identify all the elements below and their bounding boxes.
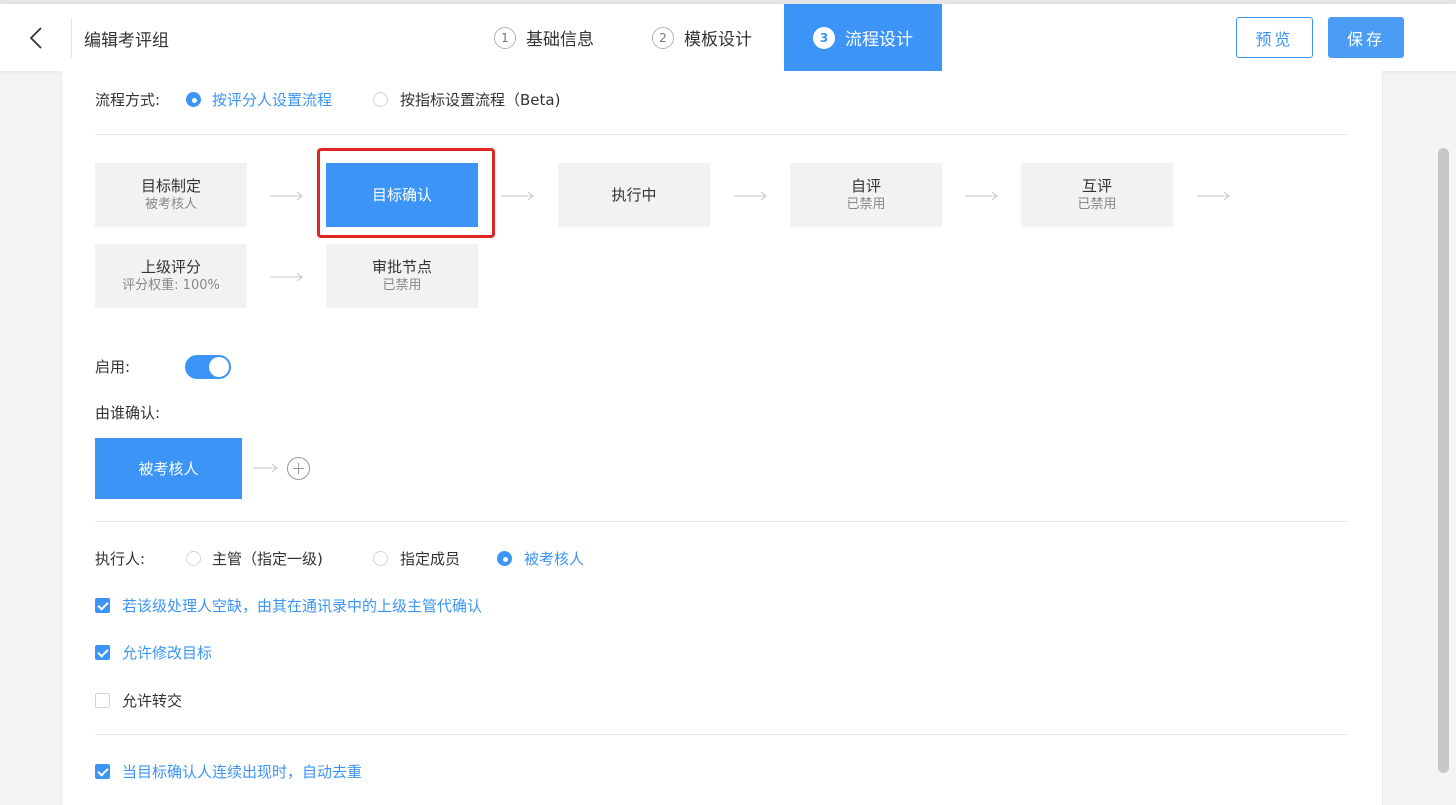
node-title: 执行中 (611, 186, 657, 204)
executor-radio-member[interactable] (373, 551, 388, 566)
arrow-right-icon (734, 191, 767, 201)
save-button[interactable]: 保存 (1328, 17, 1404, 58)
page-title: 编辑考评组 (84, 31, 169, 51)
flow-mode-radio-by-rater[interactable] (186, 92, 201, 107)
node-subtitle: 被考核人 (144, 197, 197, 212)
content-card (61, 71, 1383, 805)
selection-highlight (317, 148, 495, 238)
divider (95, 134, 1347, 135)
arrow-right-icon (270, 191, 303, 201)
checkbox-allow-transfer[interactable] (95, 693, 110, 708)
preview-button[interactable]: 预览 (1236, 17, 1313, 58)
enable-label: 启用: (95, 358, 131, 376)
step-template-design[interactable]: 2 模板设计 (652, 4, 752, 71)
arrow-right-icon (965, 191, 998, 201)
node-subtitle: 评分权重: 100% (122, 278, 220, 293)
arrow-right-icon (253, 463, 278, 473)
checkbox-allow-modify[interactable] (95, 645, 110, 660)
confirmer-node[interactable]: 被考核人 (95, 438, 242, 499)
checkbox-vacancy-fallback[interactable] (95, 598, 110, 613)
node-title: 目标制定 (140, 177, 201, 195)
header-divider (71, 18, 72, 58)
checkbox-label[interactable]: 若该级处理人空缺，由其在通讯录中的上级主管代确认 (122, 595, 482, 616)
arrow-right-icon (270, 272, 303, 282)
flow-mode-radio-by-indicator[interactable] (373, 92, 388, 107)
node-title: 自评 (850, 177, 881, 195)
step-label: 模板设计 (684, 30, 752, 50)
step-process-design[interactable]: 3 流程设计 (784, 4, 942, 71)
node-title: 互评 (1081, 177, 1112, 195)
flow-node-goal-setting[interactable]: 目标制定 被考核人 (95, 163, 247, 227)
executor-option-member[interactable]: 指定成员 (400, 548, 460, 569)
step-number: 2 (652, 26, 674, 49)
flow-node-self-review[interactable]: 自评 已禁用 (790, 163, 942, 227)
executor-label: 执行人: (95, 550, 146, 568)
checkbox-auto-dedupe[interactable] (95, 764, 110, 779)
scrollbar-thumb[interactable] (1438, 148, 1449, 773)
node-title: 上级评分 (140, 258, 201, 276)
executor-radio-supervisor[interactable] (186, 551, 201, 566)
back-button[interactable] (22, 22, 52, 54)
divider (95, 521, 1347, 522)
arrow-right-icon (1197, 191, 1230, 201)
checkbox-label[interactable]: 允许修改目标 (122, 642, 212, 663)
add-confirmer-icon[interactable] (287, 457, 310, 480)
executor-option-supervisor[interactable]: 主管（指定一级) (212, 548, 323, 569)
node-title: 审批节点 (371, 258, 432, 276)
flow-mode-option-by-rater[interactable]: 按评分人设置流程 (212, 89, 332, 110)
flow-mode-label: 流程方式: (95, 91, 161, 109)
divider (95, 734, 1347, 735)
arrow-right-icon (501, 191, 534, 201)
node-subtitle: 已禁用 (1077, 197, 1117, 212)
flow-node-peer-review[interactable]: 互评 已禁用 (1021, 163, 1173, 227)
page-header: 编辑考评组 1 基础信息 2 模板设计 3 流程设计 预览 保存 (0, 4, 1456, 71)
step-label: 流程设计 (845, 30, 913, 50)
flow-node-approval[interactable]: 审批节点 已禁用 (326, 244, 478, 308)
flow-node-in-progress[interactable]: 执行中 (558, 163, 710, 227)
flow-node-superior-rating[interactable]: 上级评分 评分权重: 100% (95, 244, 247, 308)
node-subtitle: 已禁用 (382, 278, 422, 293)
executor-option-assessee[interactable]: 被考核人 (524, 548, 584, 569)
step-number: 3 (813, 26, 835, 49)
chevron-left-icon (29, 27, 42, 49)
step-basic-info[interactable]: 1 基础信息 (494, 4, 594, 71)
enable-toggle[interactable] (185, 355, 231, 379)
node-subtitle: 已禁用 (846, 197, 886, 212)
checkbox-label[interactable]: 允许转交 (122, 690, 182, 711)
toggle-knob (209, 357, 229, 377)
step-label: 基础信息 (526, 30, 594, 50)
executor-radio-assessee[interactable] (497, 551, 512, 566)
flow-mode-option-by-indicator[interactable]: 按指标设置流程（Beta) (400, 89, 560, 110)
confirm-by-label: 由谁确认: (95, 404, 161, 422)
checkbox-label[interactable]: 当目标确认人连续出现时，自动去重 (122, 761, 362, 782)
step-number: 1 (494, 26, 516, 49)
